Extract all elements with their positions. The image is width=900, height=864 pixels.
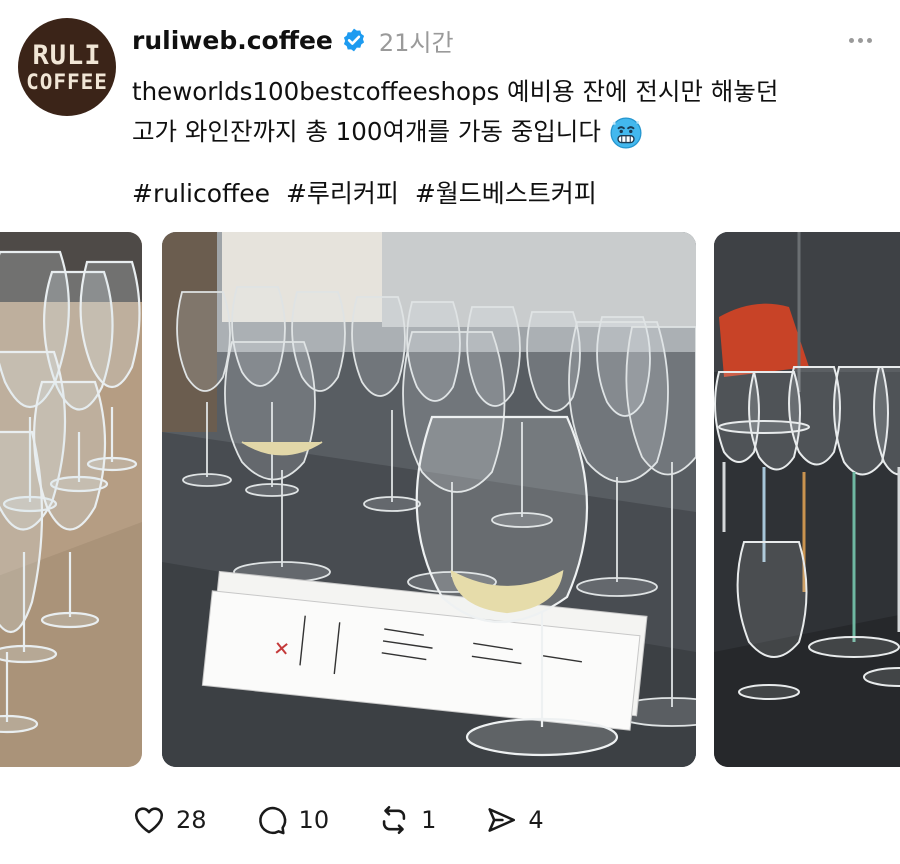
repost-count: 1 bbox=[421, 806, 437, 834]
post-image-3[interactable] bbox=[714, 232, 900, 767]
action-bar: 28 10 1 4 bbox=[132, 798, 592, 842]
comment-icon bbox=[258, 806, 286, 835]
post-text: theworlds100bestcoffeeshops 예비용 잔에 전시만 해… bbox=[132, 72, 872, 152]
reply-count: 10 bbox=[298, 806, 330, 834]
verified-badge-icon bbox=[343, 28, 364, 52]
post-text-line-2: 고가 와인잔까지 총 100여개를 가동 중입니다 bbox=[132, 117, 601, 146]
like-button[interactable]: 28 bbox=[132, 803, 207, 837]
username[interactable]: ruliweb.coffee bbox=[132, 26, 333, 55]
post-image-1[interactable] bbox=[0, 232, 142, 767]
share-count: 4 bbox=[528, 806, 544, 834]
post-header: ruliweb.coffee 21시간 bbox=[132, 20, 880, 60]
reply-button[interactable]: 10 bbox=[255, 803, 330, 837]
hashtag-rulicoffee[interactable]: #rulicoffee bbox=[132, 179, 270, 208]
hashtag-ruli-korean[interactable]: #루리커피 bbox=[286, 179, 399, 208]
like-count: 28 bbox=[176, 806, 207, 834]
repost-icon bbox=[382, 805, 406, 835]
more-icon[interactable] bbox=[840, 26, 880, 54]
avatar-text-coffee: COFFEE bbox=[26, 69, 108, 94]
avatar-text-ruli: RULI bbox=[32, 39, 102, 71]
share-button[interactable]: 4 bbox=[484, 803, 544, 837]
post-time: 21시간 bbox=[378, 28, 454, 57]
post-image-2[interactable] bbox=[162, 232, 696, 767]
repost-button[interactable]: 1 bbox=[377, 803, 436, 837]
cold-face-emoji-icon bbox=[610, 117, 642, 149]
heart-icon bbox=[134, 807, 164, 834]
hashtag-world-best-coffee[interactable]: #월드베스트커피 bbox=[415, 179, 597, 208]
post-text-line-1: theworlds100bestcoffeeshops 예비용 잔에 전시만 해… bbox=[132, 77, 779, 106]
avatar[interactable]: RULI COFFEE bbox=[18, 18, 116, 116]
hashtags: #rulicoffee #루리커피 #월드베스트커피 bbox=[132, 174, 605, 214]
share-icon bbox=[488, 808, 516, 832]
